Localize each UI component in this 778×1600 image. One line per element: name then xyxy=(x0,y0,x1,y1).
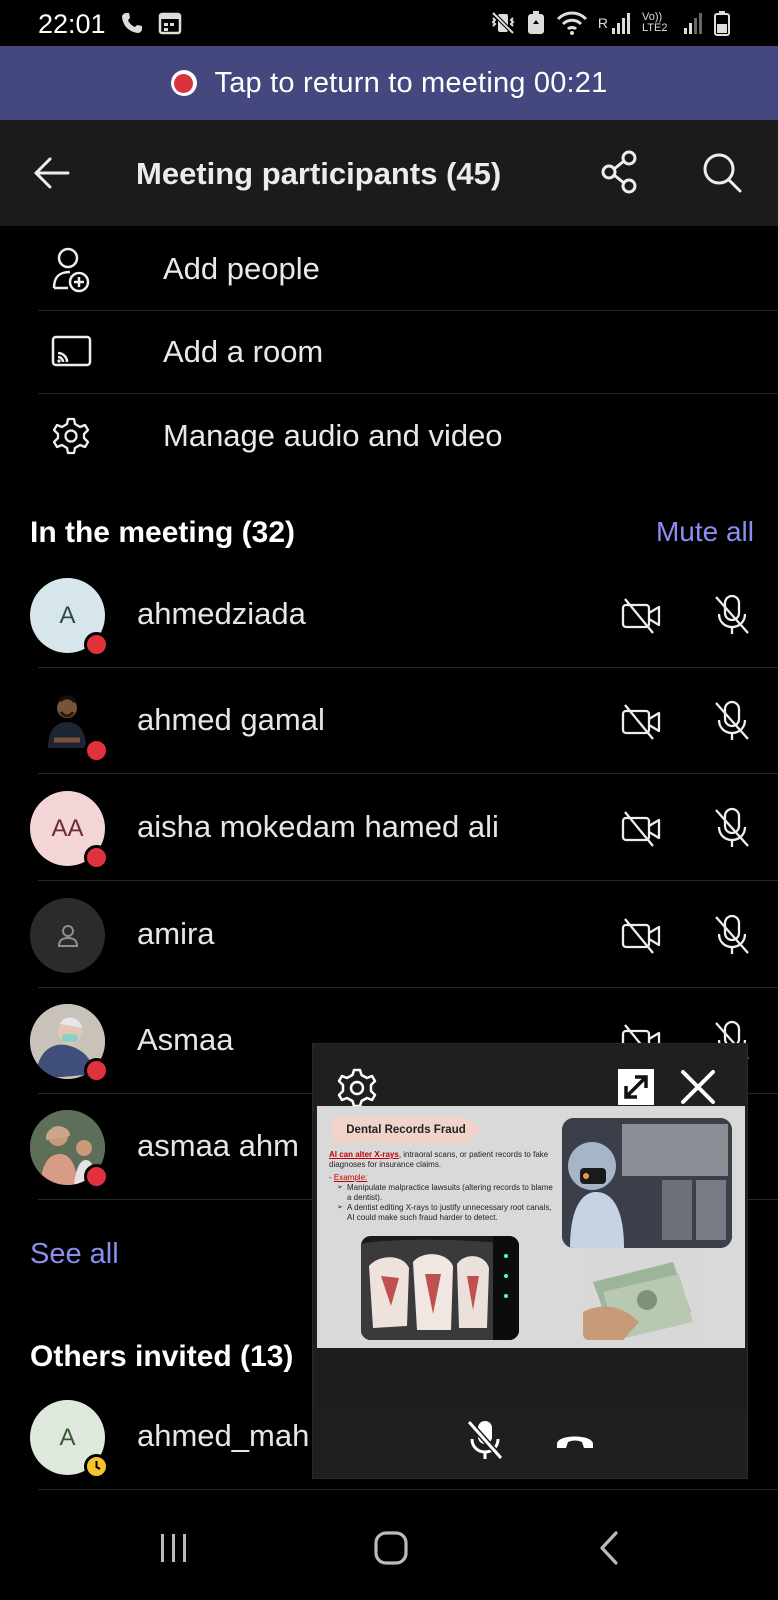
back-nav-icon[interactable] xyxy=(596,1530,622,1566)
add-people-row[interactable]: Add people xyxy=(38,228,778,311)
camera-off-icon[interactable] xyxy=(620,916,662,956)
close-icon[interactable] xyxy=(679,1068,717,1106)
others-invited-heading: Others invited (13) xyxy=(30,1340,294,1373)
participant-name: asmaa ahm xyxy=(137,1128,299,1163)
camera-off-icon[interactable] xyxy=(620,809,662,849)
phone-icon xyxy=(122,13,142,33)
presence-busy-icon xyxy=(84,632,109,657)
add-person-icon xyxy=(52,247,90,293)
teeth-image xyxy=(361,1236,519,1340)
recent-apps-icon[interactable] xyxy=(158,1532,190,1564)
slide-lead-highlight: AI can alter X-rays xyxy=(329,1150,399,1159)
default-person-icon xyxy=(57,924,78,947)
shared-slide: Dental Records Fraud AI can alter X-rays… xyxy=(317,1106,745,1348)
slide-title: Dental Records Fraud xyxy=(331,1117,481,1143)
return-to-meeting-banner[interactable]: Tap to return to meeting 00:21 xyxy=(0,46,778,120)
slide-example-label: Example: xyxy=(333,1173,368,1182)
search-icon[interactable] xyxy=(700,150,744,196)
participant-row[interactable]: AA aisha mokedam hamed ali xyxy=(0,775,778,881)
calendar-icon xyxy=(158,12,182,35)
participant-name: amira xyxy=(137,916,215,951)
money-image xyxy=(583,1252,701,1340)
mute-all-button[interactable]: Mute all xyxy=(656,516,754,548)
participant-name: Asmaa xyxy=(137,1022,234,1057)
presence-away-icon xyxy=(84,1454,109,1479)
divider xyxy=(38,880,778,881)
back-arrow-icon[interactable] xyxy=(28,153,72,193)
participant-row[interactable]: ahmed gamal xyxy=(0,668,778,774)
share-icon[interactable] xyxy=(598,149,642,195)
expand-icon[interactable] xyxy=(617,1068,655,1106)
status-time: 22:01 xyxy=(38,9,106,39)
mic-off-icon[interactable] xyxy=(465,1419,505,1461)
status-bar: 22:01 R Vo)) LTE2 xyxy=(0,0,778,46)
signal-2-icon xyxy=(684,13,702,34)
battery-icon xyxy=(714,11,730,36)
mic-off-icon[interactable] xyxy=(712,593,752,637)
wifi-icon xyxy=(556,11,587,35)
sim-label: R xyxy=(597,15,608,31)
settings-gear-icon[interactable] xyxy=(336,1067,378,1109)
mic-off-icon[interactable] xyxy=(712,806,752,850)
vibrate-mute-icon xyxy=(491,11,515,35)
manage-audio-video-row[interactable]: Manage audio and video xyxy=(38,394,778,477)
participant-name: ahmedziada xyxy=(137,596,306,631)
cast-icon xyxy=(51,335,92,367)
pip-video-area xyxy=(317,1348,745,1410)
meeting-pip-window[interactable]: Dental Records Fraud AI can alter X-rays… xyxy=(312,1043,748,1479)
home-icon[interactable] xyxy=(373,1530,409,1566)
slide-bullet: Manipulate malpractice lawsuits (alterin… xyxy=(337,1183,557,1203)
status-icons-left xyxy=(120,10,182,36)
camera-off-icon[interactable] xyxy=(620,702,662,742)
slide-body: AI can alter X-rays, intraoral scans, or… xyxy=(329,1150,557,1223)
divider xyxy=(38,773,778,774)
in-meeting-heading: In the meeting (32) xyxy=(30,516,296,549)
participant-name: ahmed_mah xyxy=(137,1418,310,1453)
status-icons-right: R Vo)) LTE2 xyxy=(490,8,730,38)
participant-name: aisha mokedam hamed ali xyxy=(137,809,499,844)
avatar xyxy=(30,898,105,973)
xray-image xyxy=(562,1118,732,1248)
presence-busy-icon xyxy=(84,1058,109,1083)
see-all-link[interactable]: See all xyxy=(30,1238,119,1271)
divider xyxy=(38,1489,778,1490)
participant-name: ahmed gamal xyxy=(137,702,325,737)
recording-dot-icon xyxy=(170,70,197,96)
manage-audio-video-label: Manage audio and video xyxy=(163,417,503,453)
hang-up-icon[interactable] xyxy=(553,1420,597,1460)
return-to-meeting-text: Tap to return to meeting 00:21 xyxy=(214,66,608,99)
camera-off-icon[interactable] xyxy=(620,596,662,636)
battery-saver-icon xyxy=(527,11,544,34)
gear-icon xyxy=(52,417,90,454)
slide-bullet: A dentist editing X-rays to justify unne… xyxy=(337,1203,557,1223)
participant-row[interactable]: A ahmedziada xyxy=(0,562,778,668)
add-room-row[interactable]: Add a room xyxy=(38,311,778,394)
participant-row[interactable]: amira xyxy=(0,882,778,988)
presence-busy-icon xyxy=(84,845,109,870)
presence-busy-icon xyxy=(84,738,109,763)
network-label: Vo)) LTE2 xyxy=(642,11,668,34)
header-bar: Meeting participants (45) xyxy=(0,120,778,226)
add-people-label: Add people xyxy=(163,251,320,286)
mic-off-icon[interactable] xyxy=(712,913,752,957)
signal-icon xyxy=(612,13,630,34)
page-title: Meeting participants (45) xyxy=(136,156,502,191)
presence-busy-icon xyxy=(84,1164,109,1189)
mic-off-icon[interactable] xyxy=(712,699,752,743)
system-nav-bar xyxy=(0,1494,778,1600)
add-room-label: Add a room xyxy=(163,334,324,369)
